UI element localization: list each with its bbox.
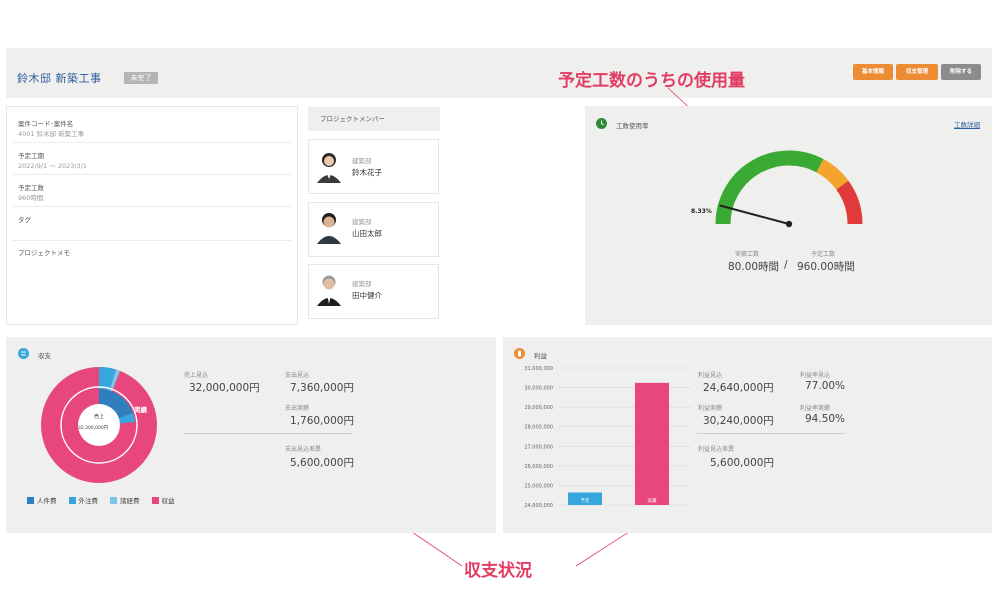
legend-label: 外注費: [78, 497, 99, 505]
tag-label: タグ: [18, 216, 31, 224]
divider: [12, 206, 292, 207]
margin-forecast-label: 利益率見込: [800, 372, 831, 379]
member-name: 田中健介: [352, 291, 382, 300]
planned-hours-caption: 予定工数: [811, 251, 836, 258]
hours-separator: /: [784, 259, 788, 271]
member-avatar: [317, 153, 341, 183]
legend-label: 収益: [161, 497, 175, 505]
margin-actual-label: 利益率実績: [800, 405, 831, 412]
member-dept: 建築部: [352, 218, 372, 226]
period-value: 2022/9/1 ～ 2023/3/1: [18, 162, 88, 170]
sales-forecast-value: 32,000,000円: [189, 382, 260, 394]
profit-actual-value: 30,240,000円: [703, 415, 774, 427]
gauge-percent-label: 8.33%: [691, 208, 712, 215]
member-dept: 建築部: [352, 157, 372, 165]
bar-category-label: 予定: [581, 497, 590, 504]
y-tick-label: 27,000,000: [524, 444, 553, 450]
gauge-hub: [785, 220, 793, 228]
legend-item: 人件費: [27, 495, 57, 505]
expense-forecast-value: 7,360,000円: [290, 382, 354, 394]
legend-swatch: [27, 496, 34, 504]
clock-icon: [596, 118, 607, 129]
planned-hours-label: 予定工数: [18, 184, 44, 192]
project-code-label: 案件コード･案件名: [18, 120, 74, 128]
divider: [697, 433, 845, 434]
y-tick-label: 29,000,000: [524, 405, 553, 411]
legend-item: 諸経費: [110, 495, 140, 505]
y-tick-label: 26,000,000: [524, 464, 553, 470]
expense-actual-value: 1,760,000円: [290, 415, 354, 427]
period-label: 予定工期: [18, 152, 44, 160]
profit-title: 利益: [534, 352, 547, 360]
profit-forecast-label: 利益見込: [698, 372, 723, 379]
divider: [12, 142, 292, 143]
project-info-panel: [6, 106, 298, 325]
project-code-value: 4001 鈴木邸 新築工事: [18, 130, 85, 138]
hours-usage-title: 工数使用率: [616, 122, 649, 130]
y-tick-label: 25,000,000: [524, 483, 553, 489]
donut-center-label: 売上: [93, 414, 104, 420]
cashflow-legend: 人件費 外注費 諸経費 収益: [27, 495, 175, 505]
legend-label: 人件費: [37, 497, 57, 505]
member-avatar: [317, 275, 341, 306]
profit-actual-label: 利益実績: [698, 405, 723, 412]
profit-bar-chart: 24,000,000 25,000,000 26,000,000 27,000,000…: [524, 366, 691, 509]
profit-forecast-value: 24,640,000円: [703, 382, 774, 394]
chart-gridlines: [559, 367, 691, 506]
y-tick-label: 28,000,000: [524, 425, 553, 431]
gauge-segment-green: [715, 150, 824, 225]
coin-icon: [514, 348, 525, 359]
member-name: 鈴木花子: [352, 168, 382, 177]
expense-forecast-label: 支出見込: [285, 372, 310, 379]
expense-diff-value: 5,600,000円: [290, 457, 354, 469]
gauge-segment-red: [836, 180, 863, 225]
project-memo-label: プロジェクトメモ: [18, 249, 70, 257]
member-dept: 建築部: [352, 280, 372, 288]
members-header: プロジェクトメンバー: [308, 107, 440, 131]
legend-swatch: [151, 496, 159, 504]
bar-actual: [635, 382, 669, 505]
divider: [183, 433, 353, 434]
legend-swatch: [110, 496, 117, 504]
profit-diff-label: 利益見込差異: [698, 446, 735, 453]
actual-hours-value: 80.00時間: [728, 261, 780, 273]
bar-category-label: 実績: [648, 497, 657, 504]
chart-y-ticks: 24,000,000 25,000,000 26,000,000 27,000,000…: [524, 366, 553, 509]
expense-diff-label: 支出見込差異: [285, 446, 322, 453]
yen-exchange-icon: [18, 348, 29, 359]
chart-bars: 予定 実績: [568, 382, 669, 505]
divider: [12, 240, 292, 241]
gauge-segment-orange: [816, 159, 849, 190]
donut-actual-label: 実績: [134, 406, 147, 414]
y-tick-label: 24,000,000: [524, 503, 553, 509]
sales-forecast-label: 売上見込: [184, 372, 209, 379]
planned-hours-value: 960時間: [18, 194, 44, 202]
divider: [12, 174, 292, 175]
planned-hours-value: 960.00時間: [797, 261, 855, 273]
member-avatar: [317, 213, 341, 244]
expense-actual-label: 支出実績: [285, 405, 310, 412]
actual-hours-caption: 実績工数: [735, 251, 760, 258]
margin-forecast-value: 77.00%: [805, 380, 846, 392]
cashflow-title: 収支: [38, 352, 51, 360]
legend-swatch: [68, 496, 76, 504]
donut-center-value: 32,300,000円: [78, 426, 109, 431]
legend-item: 外注費: [68, 495, 99, 505]
y-tick-label: 31,000,000: [524, 366, 553, 372]
margin-actual-value: 94.50%: [805, 413, 846, 425]
hours-gauge: [715, 150, 863, 228]
legend-item: 収益: [151, 495, 175, 505]
member-name: 山田太郎: [352, 229, 382, 238]
legend-label: 諸経費: [120, 497, 140, 505]
profit-diff-value: 5,600,000円: [710, 457, 774, 469]
hours-detail-link[interactable]: 工数詳細: [954, 119, 980, 129]
y-tick-label: 30,000,000: [524, 386, 553, 392]
